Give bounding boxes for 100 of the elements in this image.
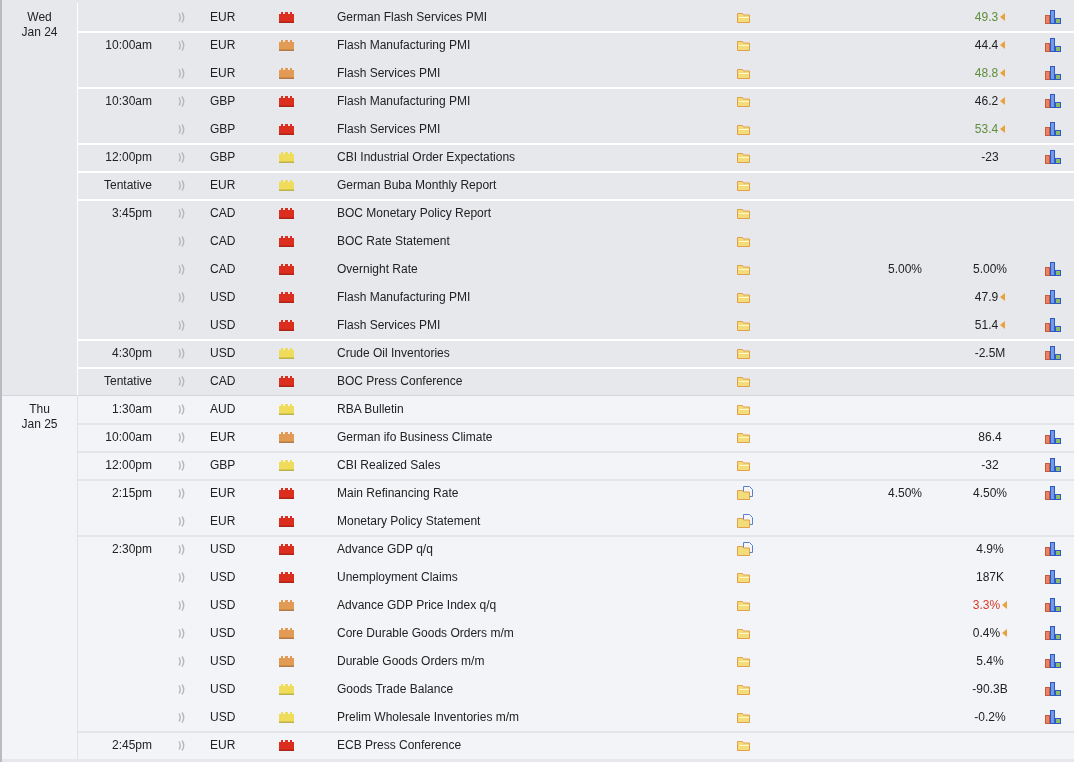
folder-icon[interactable] xyxy=(737,39,751,51)
bar-chart-icon[interactable] xyxy=(1045,290,1061,304)
bar-chart-icon[interactable] xyxy=(1045,710,1061,724)
folder-icon[interactable] xyxy=(737,67,751,79)
folder-icon[interactable] xyxy=(737,263,751,275)
bar-chart-icon[interactable] xyxy=(1045,10,1061,24)
folder-icon[interactable] xyxy=(737,151,751,163)
sound-icon[interactable] xyxy=(178,179,186,191)
event-name[interactable]: Overnight Rate xyxy=(322,262,722,276)
folder-icon[interactable] xyxy=(737,375,751,387)
bar-chart-icon[interactable] xyxy=(1045,598,1061,612)
event-name[interactable]: Unemployment Claims xyxy=(322,570,722,584)
folder-icon[interactable] xyxy=(737,571,751,583)
bar-chart-icon[interactable] xyxy=(1045,262,1061,276)
folder-icon[interactable] xyxy=(737,403,751,415)
event-name[interactable]: BOC Monetary Policy Report xyxy=(322,206,722,220)
sound-icon[interactable] xyxy=(178,599,186,611)
event-name[interactable]: Flash Services PMI xyxy=(322,318,722,332)
sound-icon[interactable] xyxy=(178,515,186,527)
event-name[interactable]: Monetary Policy Statement xyxy=(322,514,722,528)
folder-icon[interactable] xyxy=(737,655,751,667)
bar-chart-icon[interactable] xyxy=(1045,542,1061,556)
folder-icon[interactable] xyxy=(737,235,751,247)
folder-document-icon[interactable] xyxy=(737,486,753,500)
event-name[interactable]: Flash Manufacturing PMI xyxy=(322,94,722,108)
event-name[interactable]: German Buba Monthly Report xyxy=(322,178,722,192)
bar-chart-icon[interactable] xyxy=(1045,346,1061,360)
bar-chart-icon[interactable] xyxy=(1045,654,1061,668)
folder-icon[interactable] xyxy=(737,739,751,751)
bar-chart-icon[interactable] xyxy=(1045,150,1061,164)
bar-chart-icon[interactable] xyxy=(1045,66,1061,80)
event-name[interactable]: Core Durable Goods Orders m/m xyxy=(322,626,722,640)
sound-icon[interactable] xyxy=(178,543,186,555)
event-name[interactable]: ECB Press Conference xyxy=(322,738,722,752)
bar-chart-icon[interactable] xyxy=(1045,38,1061,52)
event-name[interactable]: Flash Manufacturing PMI xyxy=(322,38,722,52)
event-name[interactable]: Flash Services PMI xyxy=(322,122,722,136)
folder-icon[interactable] xyxy=(737,11,751,23)
folder-icon[interactable] xyxy=(737,711,751,723)
sound-icon[interactable] xyxy=(178,627,186,639)
event-name[interactable]: CBI Realized Sales xyxy=(322,458,722,472)
folder-icon[interactable] xyxy=(737,459,751,471)
event-name[interactable]: German ifo Business Climate xyxy=(322,430,722,444)
event-name[interactable]: Flash Manufacturing PMI xyxy=(322,290,722,304)
bar-chart-icon[interactable] xyxy=(1045,318,1061,332)
event-name[interactable]: CBI Industrial Order Expectations xyxy=(322,150,722,164)
bar-chart-icon[interactable] xyxy=(1045,570,1061,584)
sound-icon[interactable] xyxy=(178,375,186,387)
sound-icon[interactable] xyxy=(178,683,186,695)
bar-chart-icon[interactable] xyxy=(1045,122,1061,136)
event-name[interactable]: Advance GDP Price Index q/q xyxy=(322,598,722,612)
sound-icon[interactable] xyxy=(178,263,186,275)
folder-icon[interactable] xyxy=(737,627,751,639)
bar-chart-icon[interactable] xyxy=(1045,458,1061,472)
folder-icon[interactable] xyxy=(737,599,751,611)
event-name[interactable]: BOC Press Conference xyxy=(322,374,722,388)
folder-icon[interactable] xyxy=(737,319,751,331)
sound-icon[interactable] xyxy=(178,207,186,219)
sound-icon[interactable] xyxy=(178,739,186,751)
sound-icon[interactable] xyxy=(178,347,186,359)
sound-icon[interactable] xyxy=(178,319,186,331)
event-name[interactable]: Advance GDP q/q xyxy=(322,542,722,556)
event-name[interactable]: German Flash Services PMI xyxy=(322,10,722,24)
folder-icon[interactable] xyxy=(737,207,751,219)
bar-chart-icon[interactable] xyxy=(1045,94,1061,108)
sound-icon[interactable] xyxy=(178,67,186,79)
event-name[interactable]: Durable Goods Orders m/m xyxy=(322,654,722,668)
folder-icon[interactable] xyxy=(737,123,751,135)
event-name[interactable]: Prelim Wholesale Inventories m/m xyxy=(322,710,722,724)
folder-icon[interactable] xyxy=(737,431,751,443)
folder-icon[interactable] xyxy=(737,683,751,695)
event-name[interactable]: Main Refinancing Rate xyxy=(322,486,722,500)
sound-icon[interactable] xyxy=(178,459,186,471)
sound-icon[interactable] xyxy=(178,95,186,107)
sound-icon[interactable] xyxy=(178,711,186,723)
sound-icon[interactable] xyxy=(178,431,186,443)
sound-icon[interactable] xyxy=(178,487,186,499)
sound-icon[interactable] xyxy=(178,151,186,163)
folder-document-icon[interactable] xyxy=(737,542,753,556)
event-name[interactable]: Flash Services PMI xyxy=(322,66,722,80)
folder-document-icon[interactable] xyxy=(737,514,753,528)
sound-icon[interactable] xyxy=(178,291,186,303)
bar-chart-icon[interactable] xyxy=(1045,682,1061,696)
event-name[interactable]: BOC Rate Statement xyxy=(322,234,722,248)
sound-icon[interactable] xyxy=(178,235,186,247)
event-name[interactable]: RBA Bulletin xyxy=(322,402,722,416)
bar-chart-icon[interactable] xyxy=(1045,430,1061,444)
bar-chart-icon[interactable] xyxy=(1045,486,1061,500)
folder-icon[interactable] xyxy=(737,179,751,191)
folder-icon[interactable] xyxy=(737,95,751,107)
sound-icon[interactable] xyxy=(178,655,186,667)
event-name[interactable]: Crude Oil Inventories xyxy=(322,346,722,360)
event-name[interactable]: Goods Trade Balance xyxy=(322,682,722,696)
folder-icon[interactable] xyxy=(737,347,751,359)
folder-icon[interactable] xyxy=(737,291,751,303)
bar-chart-icon[interactable] xyxy=(1045,626,1061,640)
sound-icon[interactable] xyxy=(178,123,186,135)
sound-icon[interactable] xyxy=(178,403,186,415)
sound-icon[interactable] xyxy=(178,571,186,583)
sound-icon[interactable] xyxy=(178,11,186,23)
